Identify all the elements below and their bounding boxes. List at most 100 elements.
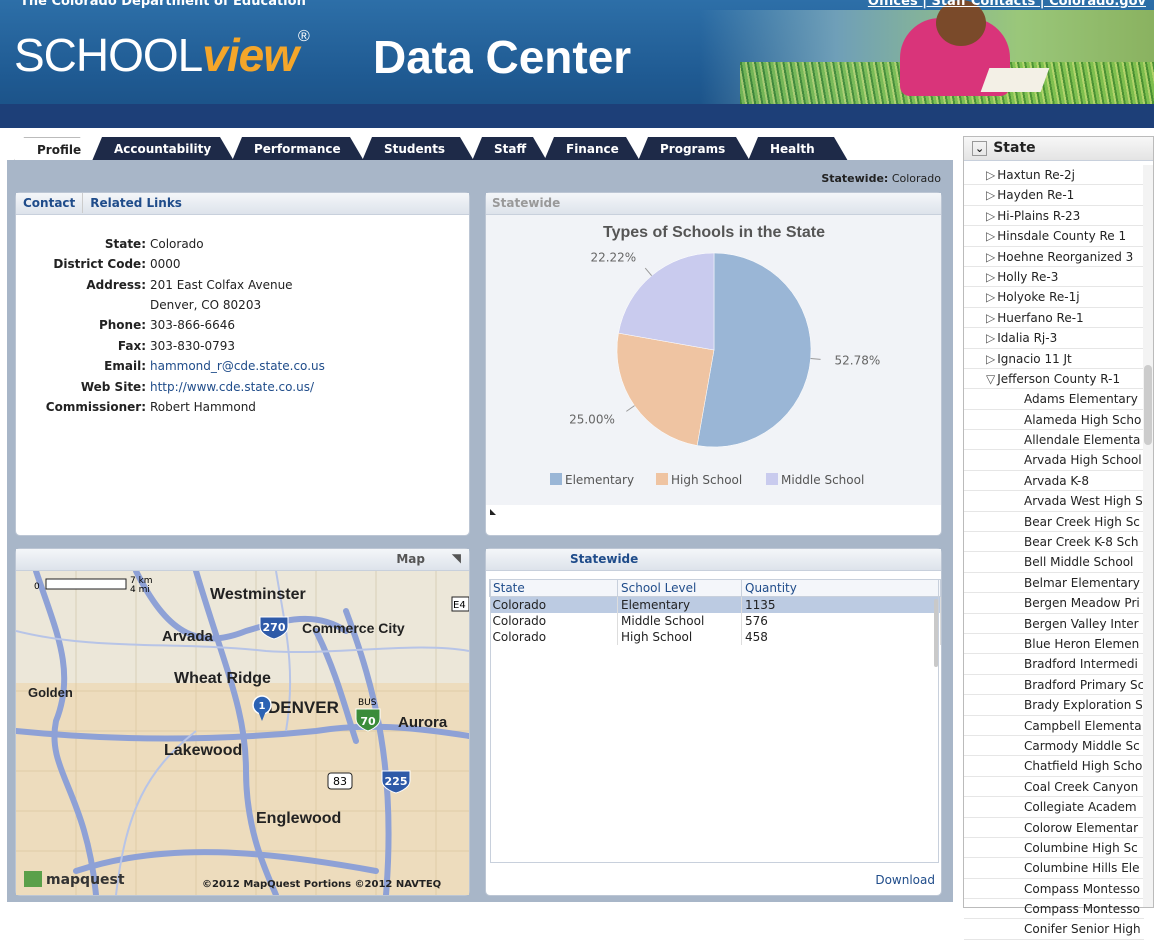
map-view[interactable]: 0 7 km 4 mi Westminster Arvada Commerce … [16,571,469,895]
collapsed-arrow-icon[interactable]: ▷ [986,270,995,284]
tree-node-school[interactable]: Belmar Elementary [964,573,1144,594]
tree-node-school[interactable]: Columbine High Sc [964,838,1144,859]
field-district-code: District Code: 0000 [16,257,466,271]
tree-node-school[interactable]: Adams Elementary [964,389,1144,410]
field-value: 303-866-6646 [150,318,236,332]
resize-corner-icon[interactable] [490,509,496,515]
tree-node-label: Idalia Rj-3 [997,331,1058,346]
field-label: Email: [104,359,146,373]
tab-related-links[interactable]: Related Links [83,193,189,213]
tree-node-school[interactable]: Campbell Elementa [964,716,1144,736]
tab-performance[interactable]: Performance [232,137,364,161]
table-row[interactable]: Colorado High School 458 [489,629,941,645]
collapsed-arrow-icon[interactable]: ▷ [986,290,995,304]
tab-staff[interactable]: Staff [472,137,547,161]
tree-node-school[interactable]: Conifer Senior High [964,919,1144,940]
tab-programs[interactable]: Programs [638,137,750,161]
tree-node-district[interactable]: ▷ Holly Re-3 [964,267,1144,288]
collapsed-arrow-icon[interactable]: ▷ [986,229,995,243]
tree-node-school[interactable]: Chatfield High Scho [964,756,1144,777]
website-link[interactable]: http://www.cde.state.co.us/ [146,380,314,394]
tab-health[interactable]: Health [748,137,848,161]
tree-node-district[interactable]: ▷ Idalia Rj-3 [964,328,1144,349]
download-link[interactable]: Download [875,873,935,887]
tree-scrollbar[interactable] [1143,165,1153,907]
table-row[interactable]: Colorado Middle School 576 [489,613,941,629]
tree-node-school[interactable]: Coal Creek Canyon [964,777,1144,798]
table-row[interactable]: Colorado Elementary 1135 [489,596,941,613]
tab-contact[interactable]: Contact [16,193,84,213]
collapsed-arrow-icon[interactable]: ▷ [986,331,995,345]
legend-label: High School [671,473,742,487]
column-header-school-level[interactable]: School Level [617,579,742,597]
field-value: Colorado [150,237,204,251]
tree-node-district[interactable]: ▷ Hinsdale County Re 1 [964,226,1144,247]
place-label: Wheat Ridge [174,670,271,687]
tree-node-district[interactable]: ▽ Jefferson County R-1 [964,369,1144,390]
tree-node-district[interactable]: ▷ Hayden Re-1 [964,185,1144,206]
tree-node-school[interactable]: Arvada K-8 [964,471,1144,492]
expanded-arrow-icon[interactable]: ▽ [986,372,995,386]
email-link[interactable]: hammond_r@cde.state.co.us [146,359,325,373]
place-label: Aurora [398,714,448,731]
tree-node-school[interactable]: Blue Heron Elemen [964,634,1144,655]
table-cell: 576 [741,613,941,629]
collapsed-arrow-icon[interactable]: ▷ [986,352,995,366]
statewide-indicator: Statewide: Colorado [821,172,941,185]
state-panel-title: State [993,140,1036,156]
table-panel-title: Statewide [486,549,941,571]
tree-node-district[interactable]: ▷ Hi-Plains R-23 [964,206,1144,227]
place-label: Westminster [210,586,306,603]
map-corner-icon[interactable]: ◥ [452,551,461,565]
table-cell: 458 [741,629,941,645]
tree-node-school[interactable]: Collegiate Academ [964,797,1144,818]
tree-node-district[interactable]: ▷ Huerfano Re-1 [964,308,1144,329]
tab-accountability[interactable]: Accountability [92,137,234,161]
tree-node-school[interactable]: Alameda High Scho [964,410,1144,431]
tree-node-district[interactable]: ▷ Hoehne Reorganized 3 [964,247,1144,267]
tree-node-school[interactable]: Arvada West High S [964,491,1144,512]
tree-node-school[interactable]: Colorow Elementar [964,818,1144,838]
data-table: State School Level Quantity Colorado Ele… [489,579,941,645]
tree-node-school[interactable]: Brady Exploration S [964,695,1144,716]
tab-finance[interactable]: Finance [544,137,640,161]
tree-node-school[interactable]: Bergen Meadow Pri [964,593,1144,614]
tree-node-school[interactable]: Bear Creek High Sc [964,512,1144,533]
table-cell: Colorado [489,613,618,629]
collapsed-arrow-icon[interactable]: ▷ [986,311,995,325]
tree-node-district[interactable]: ▷ Holyoke Re-1j [964,287,1144,308]
collapsed-arrow-icon[interactable]: ▷ [986,188,995,202]
collapse-icon[interactable]: ⌄ [972,141,988,156]
tree-node-school[interactable]: Compass Montesso [964,879,1144,900]
tree-node-district[interactable]: ▷ Ignacio 11 Jt [964,349,1144,369]
table-scrollbar[interactable] [934,599,938,667]
tree-node-school[interactable]: Bergen Valley Inter [964,614,1144,634]
state-panel-header[interactable]: ⌄ State [964,137,1153,161]
tree-node-school[interactable]: Bear Creek K-8 Sch [964,532,1144,553]
tree-node-school[interactable]: Bradford Primary Sc [964,675,1144,696]
schoolview-logo[interactable]: SCHOOLview® [14,28,310,82]
tab-students[interactable]: Students [362,137,474,161]
tab-profile[interactable]: Profile [14,137,94,161]
tree-node-school[interactable]: Bell Middle School [964,552,1144,573]
column-header-quantity[interactable]: Quantity [741,579,941,597]
tree-node-school[interactable]: Allendale Elementa [964,430,1144,451]
app-title: Data Center [373,31,632,83]
tree-node-district[interactable]: ▷ Haxtun Re-2j [964,165,1144,186]
tree-node-school[interactable]: Columbine Hills Ele [964,858,1144,879]
scrollbar-thumb[interactable] [1144,365,1152,445]
tree-node-school[interactable]: Compass Montesso [964,899,1144,920]
legend-swatch [656,473,668,485]
field-fax: Fax: 303-830-0793 [16,339,466,353]
collapsed-arrow-icon[interactable]: ▷ [986,168,995,182]
tree-node-school[interactable]: Arvada High School [964,450,1144,471]
logo-reg: ® [298,28,310,45]
scale-mi: 4 mi [130,585,150,595]
column-header-state[interactable]: State [489,579,618,597]
tree-node-school[interactable]: Bradford Intermedi [964,654,1144,675]
tree-node-school[interactable]: Carmody Middle Sc [964,736,1144,757]
collapsed-arrow-icon[interactable]: ▷ [986,250,995,264]
legend-label: Middle School [781,473,864,487]
collapsed-arrow-icon[interactable]: ▷ [986,209,995,223]
header-links[interactable]: Offices | Staff Contacts | Colorado.gov [868,0,1146,9]
